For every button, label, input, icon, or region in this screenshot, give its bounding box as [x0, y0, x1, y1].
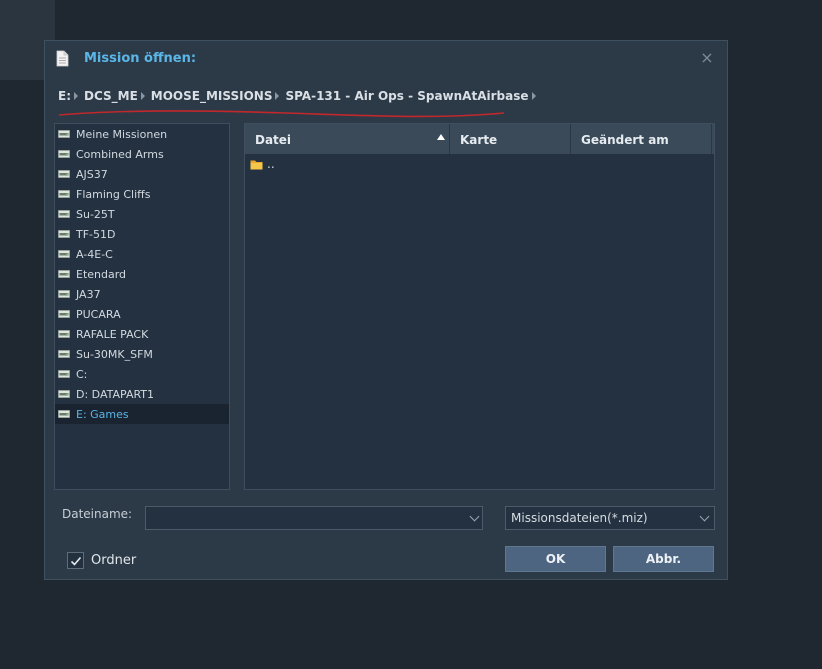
folder-checkbox-label: Ordner: [91, 553, 137, 568]
checkmark-icon: [70, 556, 82, 566]
sidebar-item-label: Etendard: [76, 267, 127, 281]
ok-button[interactable]: OK: [505, 546, 606, 572]
sidebar-item-label: Su-30MK_SFM: [76, 347, 153, 361]
sidebar-item-label: Combined Arms: [76, 147, 164, 161]
drive-icon: [58, 410, 70, 418]
open-mission-dialog: Mission öffnen: × E: DCS_ME MOOSE_MISSIO…: [44, 40, 728, 580]
sidebar-item-label: Meine Missionen: [76, 127, 168, 141]
folder-icon: [250, 160, 263, 169]
sidebar-item-label: AJS37: [76, 167, 108, 181]
column-header-map-label: Karte: [460, 133, 498, 147]
sidebar-item[interactable]: TF-51D: [55, 224, 229, 244]
drive-icon: [58, 270, 70, 278]
sidebar-item-label: RAFALE PACK: [76, 327, 149, 341]
file-row-name: ..: [267, 157, 275, 171]
breadcrumb-chevron-icon: [140, 92, 145, 100]
document-icon: [56, 50, 69, 67]
drive-icon: [58, 310, 70, 318]
sidebar-item[interactable]: PUCARA: [55, 304, 229, 324]
sidebar-item-label: D: DATAPART1: [76, 387, 155, 401]
column-header-map[interactable]: Karte: [450, 124, 571, 154]
drive-icon: [58, 170, 70, 178]
column-header-file[interactable]: Datei: [245, 124, 450, 154]
drive-icon: [58, 350, 70, 358]
filename-input[interactable]: [145, 506, 483, 530]
breadcrumb-item-drive[interactable]: E:: [58, 89, 71, 103]
sidebar-item-label: TF-51D: [76, 227, 116, 241]
dialog-title: Mission öffnen:: [84, 51, 197, 66]
drive-icon: [58, 210, 70, 218]
file-row-parent[interactable]: ..: [245, 154, 714, 174]
drive-icon: [58, 230, 70, 238]
folder-checkbox[interactable]: [67, 552, 84, 569]
sidebar-item[interactable]: AJS37: [55, 164, 229, 184]
sidebar-item[interactable]: A-4E-C: [55, 244, 229, 264]
filename-label: Dateiname:: [62, 507, 133, 521]
close-button[interactable]: ×: [699, 48, 715, 68]
drive-icon: [58, 370, 70, 378]
sidebar-item-label: E: Games: [76, 407, 129, 421]
breadcrumb-chevron-icon: [531, 92, 536, 100]
breadcrumb-chevron-icon: [275, 92, 280, 100]
column-header-modified[interactable]: Geändert am: [571, 124, 712, 154]
column-header-modified-label: Geändert am: [581, 133, 669, 147]
drive-icon: [58, 190, 70, 198]
dialog-titlebar: Mission öffnen: ×: [45, 41, 727, 77]
file-list-header: Datei Karte Geändert am: [245, 124, 714, 154]
drive-icon: [58, 330, 70, 338]
sort-ascending-icon: [437, 134, 445, 140]
breadcrumb-item-dcs-me[interactable]: DCS_ME: [84, 89, 138, 103]
breadcrumb-item-current-folder[interactable]: SPA-131 - Air Ops - SpawnAtAirbase: [285, 89, 528, 103]
sidebar-item[interactable]: Flaming Cliffs: [55, 184, 229, 204]
sidebar-item[interactable]: E: Games: [55, 404, 229, 424]
file-type-select[interactable]: Missionsdateien(*.miz): [505, 506, 715, 530]
sidebar-item-label: PUCARA: [76, 307, 121, 321]
sidebar-item-label: Su-25T: [76, 207, 115, 221]
sidebar-item[interactable]: Meine Missionen: [55, 124, 229, 144]
file-type-value: Missionsdateien(*.miz): [511, 511, 648, 525]
file-list: Datei Karte Geändert am ..: [244, 123, 715, 490]
drive-icon: [58, 150, 70, 158]
sidebar-item-label: C:: [76, 367, 88, 381]
drive-icon: [58, 390, 70, 398]
breadcrumb-chevron-icon: [74, 92, 78, 100]
sidebar-item[interactable]: Su-25T: [55, 204, 229, 224]
sidebar-item-label: JA37: [76, 287, 101, 301]
locations-sidebar: Meine Missionen Combined Arms AJS37 Flaming…: [54, 123, 230, 490]
drive-icon: [58, 290, 70, 298]
sidebar-item[interactable]: Su-30MK_SFM: [55, 344, 229, 364]
sidebar-item-label: A-4E-C: [76, 247, 113, 261]
sidebar-item[interactable]: JA37: [55, 284, 229, 304]
drive-icon: [58, 250, 70, 258]
sidebar-item[interactable]: C:: [55, 364, 229, 384]
red-underline-annotation: [58, 110, 505, 118]
sidebar-item[interactable]: Etendard: [55, 264, 229, 284]
sidebar-item[interactable]: D: DATAPART1: [55, 384, 229, 404]
breadcrumb-item-moose-missions[interactable]: MOOSE_MISSIONS: [151, 89, 273, 103]
column-header-file-label: Datei: [255, 133, 292, 147]
breadcrumb: E: DCS_ME MOOSE_MISSIONS SPA-131 - Air O…: [58, 88, 542, 104]
sidebar-item[interactable]: RAFALE PACK: [55, 324, 229, 344]
cancel-button[interactable]: Abbr.: [613, 546, 714, 572]
sidebar-item-label: Flaming Cliffs: [76, 187, 151, 201]
sidebar-item[interactable]: Combined Arms: [55, 144, 229, 164]
drive-icon: [58, 130, 70, 138]
